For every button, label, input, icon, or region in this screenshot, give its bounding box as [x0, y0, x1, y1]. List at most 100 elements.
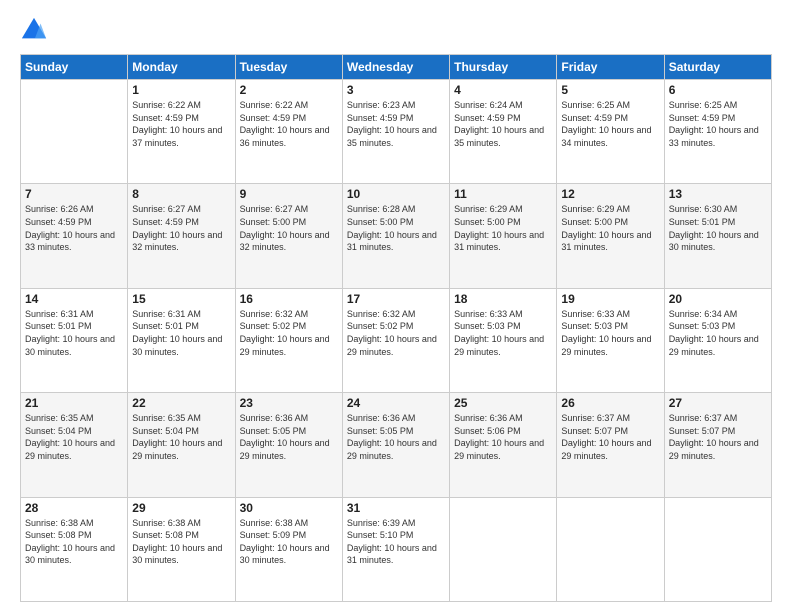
cell-daylight: Daylight: 10 hours and 33 minutes. [25, 229, 123, 254]
cell-sunset: Sunset: 4:59 PM [240, 112, 338, 125]
cell-day-number: 31 [347, 501, 445, 515]
calendar-cell: 11 Sunrise: 6:29 AM Sunset: 5:00 PM Dayl… [450, 184, 557, 288]
calendar-cell [664, 497, 771, 601]
calendar-day-header: Wednesday [342, 55, 449, 80]
cell-sunset: Sunset: 4:59 PM [132, 112, 230, 125]
calendar-day-header: Thursday [450, 55, 557, 80]
cell-day-number: 12 [561, 187, 659, 201]
cell-sunset: Sunset: 5:06 PM [454, 425, 552, 438]
cell-daylight: Daylight: 10 hours and 29 minutes. [132, 437, 230, 462]
cell-day-number: 9 [240, 187, 338, 201]
cell-daylight: Daylight: 10 hours and 30 minutes. [132, 333, 230, 358]
calendar-cell: 15 Sunrise: 6:31 AM Sunset: 5:01 PM Dayl… [128, 288, 235, 392]
cell-day-number: 26 [561, 396, 659, 410]
cell-day-number: 28 [25, 501, 123, 515]
cell-sunset: Sunset: 5:01 PM [669, 216, 767, 229]
calendar-cell: 10 Sunrise: 6:28 AM Sunset: 5:00 PM Dayl… [342, 184, 449, 288]
page: SundayMondayTuesdayWednesdayThursdayFrid… [0, 0, 792, 612]
cell-day-number: 24 [347, 396, 445, 410]
cell-day-number: 11 [454, 187, 552, 201]
calendar-week-row: 28 Sunrise: 6:38 AM Sunset: 5:08 PM Dayl… [21, 497, 772, 601]
calendar-cell: 17 Sunrise: 6:32 AM Sunset: 5:02 PM Dayl… [342, 288, 449, 392]
cell-sunset: Sunset: 5:07 PM [669, 425, 767, 438]
cell-sunrise: Sunrise: 6:38 AM [240, 517, 338, 530]
cell-sunset: Sunset: 5:04 PM [25, 425, 123, 438]
cell-sunrise: Sunrise: 6:39 AM [347, 517, 445, 530]
cell-day-number: 14 [25, 292, 123, 306]
cell-sunrise: Sunrise: 6:37 AM [669, 412, 767, 425]
calendar-cell: 20 Sunrise: 6:34 AM Sunset: 5:03 PM Dayl… [664, 288, 771, 392]
cell-sunrise: Sunrise: 6:37 AM [561, 412, 659, 425]
cell-day-number: 20 [669, 292, 767, 306]
logo-icon [20, 16, 48, 44]
cell-daylight: Daylight: 10 hours and 35 minutes. [454, 124, 552, 149]
cell-daylight: Daylight: 10 hours and 31 minutes. [561, 229, 659, 254]
cell-sunrise: Sunrise: 6:27 AM [240, 203, 338, 216]
calendar-cell: 23 Sunrise: 6:36 AM Sunset: 5:05 PM Dayl… [235, 393, 342, 497]
cell-sunset: Sunset: 5:02 PM [240, 320, 338, 333]
calendar-cell: 22 Sunrise: 6:35 AM Sunset: 5:04 PM Dayl… [128, 393, 235, 497]
cell-day-number: 1 [132, 83, 230, 97]
cell-sunrise: Sunrise: 6:22 AM [132, 99, 230, 112]
cell-day-number: 17 [347, 292, 445, 306]
cell-sunset: Sunset: 5:00 PM [561, 216, 659, 229]
cell-day-number: 22 [132, 396, 230, 410]
cell-sunrise: Sunrise: 6:27 AM [132, 203, 230, 216]
calendar-cell: 24 Sunrise: 6:36 AM Sunset: 5:05 PM Dayl… [342, 393, 449, 497]
cell-sunrise: Sunrise: 6:33 AM [561, 308, 659, 321]
cell-day-number: 4 [454, 83, 552, 97]
calendar-week-row: 14 Sunrise: 6:31 AM Sunset: 5:01 PM Dayl… [21, 288, 772, 392]
cell-day-number: 3 [347, 83, 445, 97]
cell-daylight: Daylight: 10 hours and 30 minutes. [240, 542, 338, 567]
cell-daylight: Daylight: 10 hours and 29 minutes. [454, 437, 552, 462]
calendar-day-header: Sunday [21, 55, 128, 80]
calendar-cell: 26 Sunrise: 6:37 AM Sunset: 5:07 PM Dayl… [557, 393, 664, 497]
cell-sunset: Sunset: 4:59 PM [561, 112, 659, 125]
cell-sunset: Sunset: 5:09 PM [240, 529, 338, 542]
cell-daylight: Daylight: 10 hours and 29 minutes. [347, 333, 445, 358]
calendar-cell: 4 Sunrise: 6:24 AM Sunset: 4:59 PM Dayli… [450, 80, 557, 184]
cell-daylight: Daylight: 10 hours and 34 minutes. [561, 124, 659, 149]
cell-sunset: Sunset: 4:59 PM [25, 216, 123, 229]
cell-day-number: 2 [240, 83, 338, 97]
cell-day-number: 29 [132, 501, 230, 515]
calendar-day-header: Monday [128, 55, 235, 80]
cell-day-number: 18 [454, 292, 552, 306]
cell-sunset: Sunset: 5:07 PM [561, 425, 659, 438]
cell-sunset: Sunset: 4:59 PM [669, 112, 767, 125]
cell-sunset: Sunset: 4:59 PM [454, 112, 552, 125]
calendar-cell: 12 Sunrise: 6:29 AM Sunset: 5:00 PM Dayl… [557, 184, 664, 288]
cell-daylight: Daylight: 10 hours and 33 minutes. [669, 124, 767, 149]
cell-sunrise: Sunrise: 6:36 AM [347, 412, 445, 425]
cell-sunrise: Sunrise: 6:35 AM [132, 412, 230, 425]
cell-day-number: 19 [561, 292, 659, 306]
calendar-cell: 7 Sunrise: 6:26 AM Sunset: 4:59 PM Dayli… [21, 184, 128, 288]
cell-sunrise: Sunrise: 6:31 AM [25, 308, 123, 321]
calendar-cell: 13 Sunrise: 6:30 AM Sunset: 5:01 PM Dayl… [664, 184, 771, 288]
cell-sunset: Sunset: 5:10 PM [347, 529, 445, 542]
calendar-cell: 9 Sunrise: 6:27 AM Sunset: 5:00 PM Dayli… [235, 184, 342, 288]
cell-sunset: Sunset: 5:01 PM [132, 320, 230, 333]
cell-sunrise: Sunrise: 6:38 AM [132, 517, 230, 530]
cell-daylight: Daylight: 10 hours and 29 minutes. [669, 437, 767, 462]
cell-daylight: Daylight: 10 hours and 29 minutes. [561, 333, 659, 358]
cell-daylight: Daylight: 10 hours and 35 minutes. [347, 124, 445, 149]
calendar-cell: 21 Sunrise: 6:35 AM Sunset: 5:04 PM Dayl… [21, 393, 128, 497]
calendar-day-header: Saturday [664, 55, 771, 80]
calendar-cell: 1 Sunrise: 6:22 AM Sunset: 4:59 PM Dayli… [128, 80, 235, 184]
cell-sunset: Sunset: 5:02 PM [347, 320, 445, 333]
cell-day-number: 27 [669, 396, 767, 410]
calendar-table: SundayMondayTuesdayWednesdayThursdayFrid… [20, 54, 772, 602]
calendar-cell: 29 Sunrise: 6:38 AM Sunset: 5:08 PM Dayl… [128, 497, 235, 601]
cell-sunrise: Sunrise: 6:23 AM [347, 99, 445, 112]
cell-daylight: Daylight: 10 hours and 29 minutes. [240, 437, 338, 462]
cell-sunrise: Sunrise: 6:33 AM [454, 308, 552, 321]
calendar-cell: 19 Sunrise: 6:33 AM Sunset: 5:03 PM Dayl… [557, 288, 664, 392]
cell-daylight: Daylight: 10 hours and 30 minutes. [25, 333, 123, 358]
cell-sunrise: Sunrise: 6:36 AM [454, 412, 552, 425]
cell-day-number: 15 [132, 292, 230, 306]
cell-day-number: 30 [240, 501, 338, 515]
cell-sunset: Sunset: 5:00 PM [454, 216, 552, 229]
calendar-day-header: Tuesday [235, 55, 342, 80]
cell-sunset: Sunset: 5:08 PM [25, 529, 123, 542]
